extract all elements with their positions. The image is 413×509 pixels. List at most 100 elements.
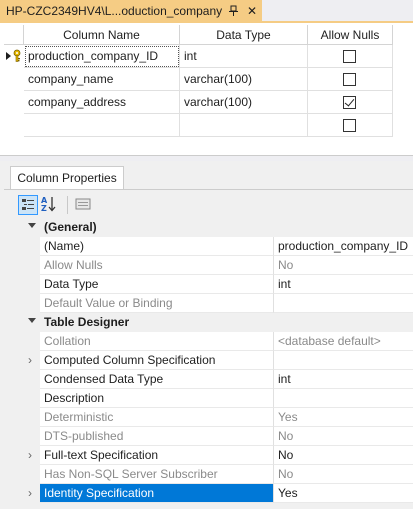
- properties-body: A Z (General) (Name) production_company_ID…: [4, 189, 413, 509]
- property-row[interactable]: Condensed Data Type int: [4, 370, 413, 389]
- property-value[interactable]: int: [274, 370, 413, 389]
- property-indent: [20, 332, 40, 351]
- property-row[interactable]: › Identity Specification Yes: [4, 484, 413, 503]
- allow-nulls-checkbox[interactable]: [343, 50, 356, 63]
- current-row-arrow-icon: [6, 52, 11, 60]
- primary-key-icon: [13, 49, 21, 62]
- categorized-icon[interactable]: [18, 195, 38, 215]
- property-name[interactable]: Data Type: [40, 275, 274, 294]
- category-label[interactable]: (General): [20, 218, 413, 237]
- properties-toolbar: A Z: [4, 190, 413, 218]
- property-name[interactable]: Description: [40, 389, 274, 408]
- property-gutter: [4, 484, 20, 503]
- data-type-cell[interactable]: varchar(100): [180, 91, 308, 114]
- property-value[interactable]: No: [274, 446, 413, 465]
- property-value[interactable]: int: [274, 275, 413, 294]
- svg-text:Z: Z: [41, 204, 47, 213]
- property-row[interactable]: (Name) production_company_ID: [4, 237, 413, 256]
- property-value: <database default>: [274, 332, 413, 351]
- property-name[interactable]: (Name): [40, 237, 274, 256]
- property-indent: [20, 237, 40, 256]
- property-gutter: [4, 370, 20, 389]
- property-indent: ›: [20, 484, 40, 503]
- property-gutter: [4, 351, 20, 370]
- property-category[interactable]: (General): [4, 218, 413, 237]
- property-row[interactable]: › Computed Column Specification: [4, 351, 413, 370]
- property-indent: [20, 256, 40, 275]
- collapse-caret-icon[interactable]: [28, 223, 36, 228]
- expand-chevron-icon[interactable]: ›: [24, 351, 36, 370]
- table-designer: Column Name Data Type Allow Nulls produc…: [0, 25, 413, 155]
- property-gutter: [4, 313, 20, 332]
- property-value[interactable]: Yes: [274, 484, 413, 503]
- column-name-cell[interactable]: company_address: [24, 91, 180, 114]
- allow-nulls-cell: [308, 114, 393, 137]
- category-name: (General): [44, 220, 97, 234]
- pin-icon[interactable]: [227, 0, 241, 26]
- property-name[interactable]: Allow Nulls: [40, 256, 274, 275]
- expand-chevron-icon[interactable]: ›: [24, 446, 36, 465]
- table-row[interactable]: [4, 114, 393, 137]
- data-type-cell[interactable]: varchar(100): [180, 68, 308, 91]
- tab-column-properties[interactable]: Column Properties: [10, 166, 124, 190]
- property-value[interactable]: [274, 351, 413, 370]
- property-pages-icon[interactable]: [74, 195, 94, 215]
- table-row[interactable]: company_name varchar(100): [4, 68, 393, 91]
- property-gutter: [4, 256, 20, 275]
- allow-nulls-checkbox[interactable]: [343, 119, 356, 132]
- property-row[interactable]: Collation <database default>: [4, 332, 413, 351]
- property-name[interactable]: Condensed Data Type: [40, 370, 274, 389]
- data-type-cell[interactable]: [180, 114, 308, 137]
- close-icon[interactable]: ✕: [245, 0, 259, 23]
- column-name-cell[interactable]: production_company_ID: [24, 45, 180, 68]
- grid-header: Column Name Data Type Allow Nulls: [4, 25, 393, 45]
- property-name[interactable]: Full-text Specification: [40, 446, 274, 465]
- property-row[interactable]: DTS-published No: [4, 427, 413, 446]
- property-value[interactable]: production_company_ID: [274, 237, 413, 256]
- column-header-name[interactable]: Column Name: [24, 25, 180, 45]
- row-selector[interactable]: [4, 114, 24, 137]
- property-row[interactable]: Description: [4, 389, 413, 408]
- property-value[interactable]: [274, 389, 413, 408]
- document-tab[interactable]: HP-CZC2349HV4\L...oduction_company ✕: [0, 0, 262, 23]
- property-row[interactable]: Allow Nulls No: [4, 256, 413, 275]
- allow-nulls-checkbox[interactable]: [343, 73, 356, 86]
- property-gutter: [4, 218, 20, 237]
- column-name-cell[interactable]: company_name: [24, 68, 180, 91]
- property-indent: [20, 370, 40, 389]
- property-name[interactable]: Deterministic: [40, 408, 274, 427]
- property-value: Yes: [274, 408, 413, 427]
- property-name[interactable]: Identity Specification: [40, 484, 274, 503]
- row-selector[interactable]: [4, 45, 24, 68]
- allow-nulls-checkbox[interactable]: [343, 96, 356, 109]
- category-label[interactable]: Table Designer: [20, 313, 413, 332]
- property-row[interactable]: Has Non-SQL Server Subscriber No: [4, 465, 413, 484]
- alphabetical-icon[interactable]: A Z: [40, 195, 60, 215]
- property-indent: [20, 408, 40, 427]
- property-row[interactable]: Deterministic Yes: [4, 408, 413, 427]
- category-name: Table Designer: [44, 315, 130, 329]
- data-type-cell[interactable]: int: [180, 45, 308, 68]
- collapse-caret-icon[interactable]: [28, 318, 36, 323]
- property-name[interactable]: DTS-published: [40, 427, 274, 446]
- property-name[interactable]: Has Non-SQL Server Subscriber: [40, 465, 274, 484]
- property-row[interactable]: › Full-text Specification No: [4, 446, 413, 465]
- property-row[interactable]: Data Type int: [4, 275, 413, 294]
- property-name[interactable]: Computed Column Specification: [40, 351, 274, 370]
- row-selector[interactable]: [4, 91, 24, 114]
- property-indent: [20, 294, 40, 313]
- row-selector[interactable]: [4, 68, 24, 91]
- column-header-type[interactable]: Data Type: [180, 25, 308, 45]
- property-name[interactable]: Default Value or Binding: [40, 294, 274, 313]
- property-name[interactable]: Collation: [40, 332, 274, 351]
- property-category[interactable]: Table Designer: [4, 313, 413, 332]
- property-indent: [20, 465, 40, 484]
- table-row[interactable]: production_company_ID int: [4, 45, 393, 68]
- expand-chevron-icon[interactable]: ›: [24, 484, 36, 503]
- property-gutter: [4, 389, 20, 408]
- property-row[interactable]: Default Value or Binding: [4, 294, 413, 313]
- property-indent: [20, 389, 40, 408]
- column-header-nulls[interactable]: Allow Nulls: [308, 25, 393, 45]
- column-name-cell[interactable]: [24, 114, 180, 137]
- table-row[interactable]: company_address varchar(100): [4, 91, 393, 114]
